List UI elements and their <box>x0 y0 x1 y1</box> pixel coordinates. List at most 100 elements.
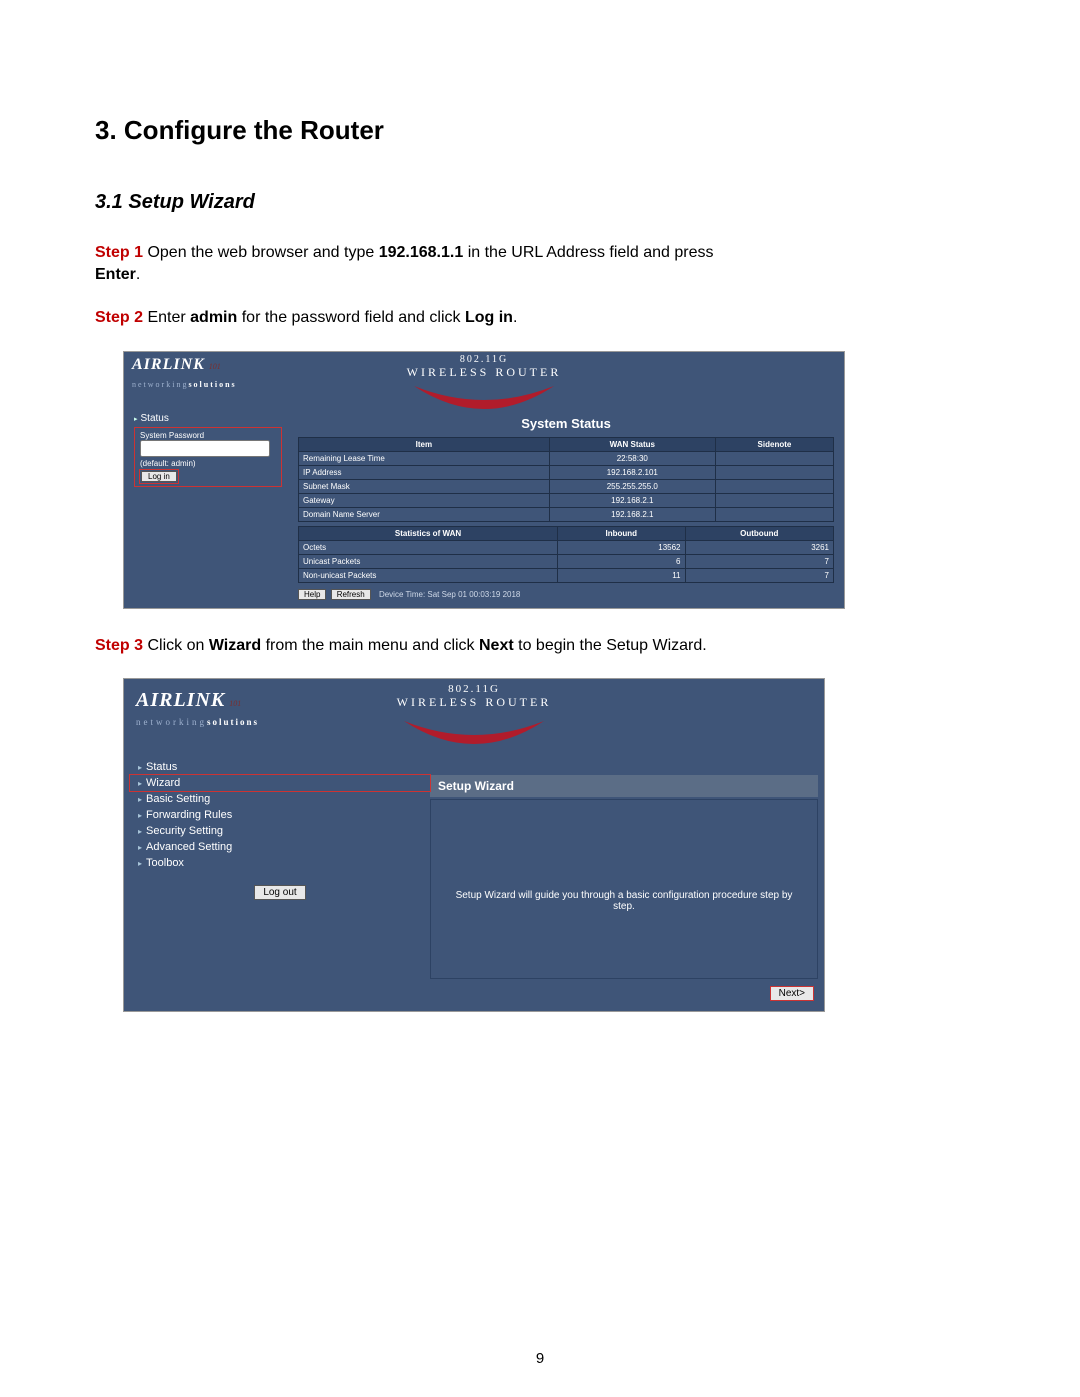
footer-controls: Help Refresh Device Time: Sat Sep 01 00:… <box>298 589 834 600</box>
brand-logo: AIRLINK 101 networkingsolutions <box>136 689 259 730</box>
sidebar-item-status[interactable]: Status <box>128 412 288 425</box>
table-cell: IP Address <box>299 465 550 479</box>
step-2-paragraph: Step 2 Enter admin for the password fiel… <box>95 307 985 329</box>
step-3-text-b: from the main menu and click <box>261 637 479 654</box>
table-cell <box>715 493 833 507</box>
sidebar-item-basic-setting[interactable]: Basic Setting <box>130 791 430 807</box>
router-title: 802.11G WIRELESS ROUTER <box>397 683 552 710</box>
table-row: Subnet Mask255.255.255.0 <box>299 479 834 493</box>
step-1-text-b: in the URL Address field and press <box>463 244 713 261</box>
step-1-paragraph: Step 1 Open the web browser and type 192… <box>95 242 985 285</box>
table-cell: Octets <box>299 540 558 554</box>
router-title: 802.11G WIRELESS ROUTER <box>407 354 562 380</box>
brand-logo: AIRLINK 101 networkingsolutions <box>132 356 237 392</box>
table-row: Remaining Lease Time22:58:30 <box>299 451 834 465</box>
wizard-message: Setup Wizard will guide you through a ba… <box>431 890 817 912</box>
refresh-button[interactable]: Refresh <box>331 589 371 600</box>
table-header: Inbound <box>558 526 685 540</box>
default-hint: (default: admin) <box>140 459 276 468</box>
step-3-text-c: to begin the Setup Wizard. <box>514 637 707 654</box>
next-button[interactable]: Next> <box>770 986 814 1001</box>
document-page: 3. Configure the Router 3.1 Setup Wizard… <box>0 0 1080 1397</box>
table-cell: Subnet Mask <box>299 479 550 493</box>
step-2-label: Step 2 <box>95 309 143 326</box>
step-3-wizard: Wizard <box>209 637 261 654</box>
router-title-1: 802.11G <box>397 683 552 695</box>
wizard-panel-title: Setup Wizard <box>430 775 818 797</box>
table-header: Item <box>299 437 550 451</box>
table-cell: 3261 <box>685 540 834 554</box>
step-3-label: Step 3 <box>95 637 143 654</box>
step-1-tail: . <box>136 266 140 283</box>
table-cell: 192.168.2.101 <box>549 465 715 479</box>
step-3-next: Next <box>479 637 514 654</box>
brand-text: AIRLINK <box>136 689 225 711</box>
brand-text: AIRLINK <box>132 356 205 373</box>
step-3-paragraph: Step 3 Click on Wizard from the main men… <box>95 635 985 657</box>
table-cell: 22:58:30 <box>549 451 715 465</box>
system-status-content: System Status ItemWAN StatusSidenote Rem… <box>288 408 844 608</box>
sidebar-item-security-setting[interactable]: Security Setting <box>130 823 430 839</box>
sidebar-item-toolbox[interactable]: Toolbox <box>130 855 430 871</box>
step-1-label: Step 1 <box>95 244 143 261</box>
table-header: Statistics of WAN <box>299 526 558 540</box>
router-topbar: AIRLINK 101 networkingsolutions 802.11G … <box>124 352 844 408</box>
step-3-text-a: Click on <box>143 637 209 654</box>
table-header: WAN Status <box>549 437 715 451</box>
table-row: Unicast Packets67 <box>299 554 834 568</box>
table-header: Sidenote <box>715 437 833 451</box>
wan-status-table: ItemWAN StatusSidenote Remaining Lease T… <box>298 437 834 522</box>
step-1-enter: Enter <box>95 266 136 283</box>
router-topbar: AIRLINK 101 networkingsolutions 802.11G … <box>124 679 824 755</box>
table-cell: Domain Name Server <box>299 507 550 521</box>
help-button[interactable]: Help <box>298 589 326 600</box>
table-cell: 6 <box>558 554 685 568</box>
step-1-ip: 192.168.1.1 <box>379 244 464 261</box>
step-2-text-a: Enter <box>143 309 190 326</box>
table-row: Domain Name Server192.168.2.1 <box>299 507 834 521</box>
password-input[interactable] <box>140 440 270 457</box>
sidebar: Status System Password (default: admin) … <box>124 408 288 608</box>
table-cell: Non-unicast Packets <box>299 568 558 582</box>
swoosh-icon <box>399 719 549 745</box>
section-heading: 3. Configure the Router <box>95 115 985 146</box>
table-cell: Remaining Lease Time <box>299 451 550 465</box>
screenshot-setup-wizard: AIRLINK 101 networkingsolutions 802.11G … <box>123 678 825 1012</box>
system-status-title: System Status <box>298 416 834 431</box>
router-title-2: WIRELESS ROUTER <box>397 695 552 710</box>
wan-stats-table: Statistics of WANInboundOutbound Octets1… <box>298 526 834 583</box>
device-time: Device Time: Sat Sep 01 00:03:19 2018 <box>379 590 520 599</box>
table-cell: Unicast Packets <box>299 554 558 568</box>
table-header: Outbound <box>685 526 834 540</box>
brand-tagline-a: networking <box>132 380 188 389</box>
table-row: Gateway192.168.2.1 <box>299 493 834 507</box>
brand-tagline-b: solutions <box>188 380 236 389</box>
table-cell: 192.168.2.1 <box>549 493 715 507</box>
table-cell <box>715 451 833 465</box>
page-number: 9 <box>0 1350 1080 1367</box>
brand-text-small: 101 <box>229 699 241 708</box>
table-cell <box>715 507 833 521</box>
step-2-admin: admin <box>190 309 237 326</box>
brand-text-small: 101 <box>209 362 221 371</box>
login-button[interactable]: Log in <box>141 471 177 482</box>
step-2-tail: . <box>513 309 517 326</box>
sidebar-item-advanced-setting[interactable]: Advanced Setting <box>130 839 430 855</box>
sidebar-item-forwarding-rules[interactable]: Forwarding Rules <box>130 807 430 823</box>
table-row: Octets135623261 <box>299 540 834 554</box>
screenshot-system-status: AIRLINK 101 networkingsolutions 802.11G … <box>123 351 845 609</box>
wizard-next-bar: Next> <box>430 979 818 1005</box>
sidebar: Status Wizard Basic Setting Forwarding R… <box>124 755 430 1011</box>
router-title-2: WIRELESS ROUTER <box>407 365 562 380</box>
table-cell: 255.255.255.0 <box>549 479 715 493</box>
brand-tagline: networkingsolutions <box>132 380 237 389</box>
table-cell: 7 <box>685 568 834 582</box>
table-cell <box>715 479 833 493</box>
table-row: IP Address192.168.2.101 <box>299 465 834 479</box>
table-cell: 11 <box>558 568 685 582</box>
sidebar-item-wizard[interactable]: Wizard <box>130 775 430 791</box>
system-password-label: System Password <box>140 431 276 440</box>
sidebar-item-status[interactable]: Status <box>130 759 430 775</box>
router-title-1: 802.11G <box>407 354 562 365</box>
logout-button[interactable]: Log out <box>254 885 305 900</box>
